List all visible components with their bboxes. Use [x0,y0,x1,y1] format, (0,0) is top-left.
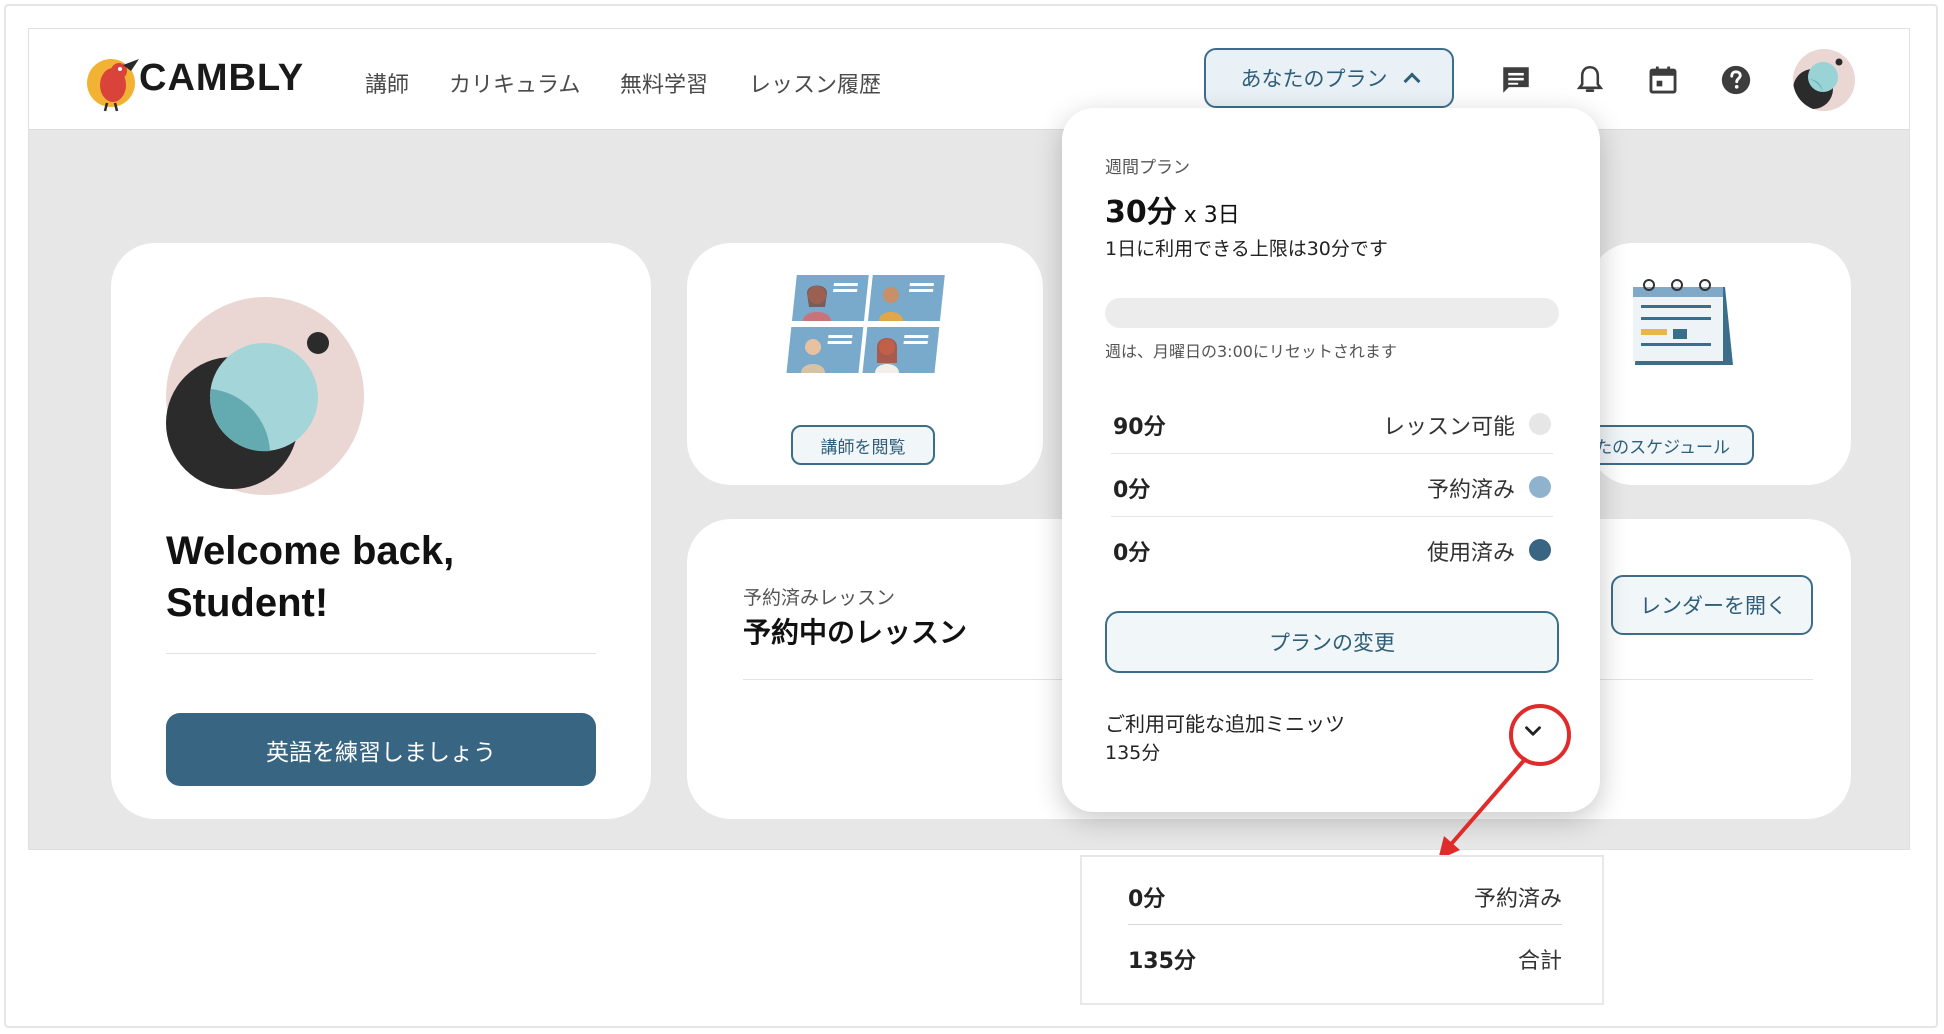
divider [166,653,596,654]
top-navigation-bar: CAMBLY 講師 カリキュラム 無料学習 レッスン履歴 あなたのプラン [29,29,1909,130]
minutes-available-row: 90分 レッスン可能 [1111,391,1553,454]
bell-icon[interactable] [1573,63,1607,97]
extra-total-row: 135分 合計 [1128,929,1562,987]
status-dot-icon [1529,413,1551,435]
row-value: 0分 [1128,887,1166,912]
minutes-used-row: 0分 使用済み [1111,517,1553,580]
row-label: レッスン可能 [1382,415,1515,440]
welcome-card: Welcome back, Student! 英語を練習しましょう [111,243,651,819]
row-value: 0分 [1113,541,1151,566]
change-plan-button[interactable]: プランの変更 [1105,611,1559,673]
avatar[interactable] [1793,49,1855,111]
open-calendar-button[interactable]: レンダーを開く [1611,575,1813,635]
plan-type-label: 週間プラン [1105,158,1190,178]
help-icon[interactable] [1719,63,1753,97]
extra-minutes-label: ご利用可能な追加ミニッツ [1105,712,1345,736]
reset-note: 週は、月曜日の3:00にリセットされます [1105,342,1397,361]
row-label: 予約済み [1426,478,1515,503]
status-dot-icon [1529,476,1551,498]
lessons-subtitle: 予約済みレッスン [743,587,896,609]
extra-minutes-value: 135分 [1105,742,1161,764]
annotation-arrow-icon [1438,756,1528,860]
desk-calendar-illustration [1633,279,1733,365]
brand-name[interactable]: CAMBLY [139,57,304,100]
your-plan-label: あなたのプラン [1240,67,1388,91]
your-plan-button[interactable]: あなたのプラン [1204,48,1454,108]
plan-summary: 30分 x 3日 [1105,187,1240,231]
plan-days: x 3日 [1183,203,1240,228]
welcome-heading: Welcome back, Student! [166,525,454,629]
nav-item-curriculum[interactable]: カリキュラム [449,67,580,99]
chevron-up-icon [1403,72,1420,90]
calendar-icon[interactable] [1646,63,1680,97]
minutes-booked-row: 0分 予約済み [1111,454,1553,517]
app-window: CAMBLY 講師 カリキュラム 無料学習 レッスン履歴 あなたのプラン Wel… [28,28,1910,850]
lessons-title: 予約中のレッスン [743,616,968,649]
nav-item-free-learning[interactable]: 無料学習 [620,67,708,99]
extra-minutes-detail-panel: 0分 予約済み 135分 合計 [1080,855,1604,1005]
plan-popover: 週間プラン 30分 x 3日 1日に利用できる上限は30分です 週は、月曜日の3… [1062,108,1600,812]
daily-limit-text: 1日に利用できる上限は30分です [1105,238,1388,260]
tutors-grid-illustration [786,275,945,373]
row-label: 予約済み [1473,887,1562,912]
schedule-card: たのスケジュール [1529,243,1851,485]
row-label: 使用済み [1426,541,1515,566]
welcome-line-2: Student! [166,581,329,625]
practice-english-button[interactable]: 英語を練習しましょう [166,713,596,786]
row-label: 合計 [1517,949,1562,974]
browse-tutors-button[interactable]: 講師を閲覧 [791,425,935,465]
row-value: 135分 [1128,949,1196,974]
user-avatar-illustration [166,297,364,495]
usage-progress-bar [1105,298,1559,328]
nav-item-lesson-history[interactable]: レッスン履歴 [749,67,881,99]
chat-icon[interactable] [1499,63,1533,97]
avatar-illustration [1793,49,1855,111]
row-value: 0分 [1113,478,1151,503]
next-card-edge [751,849,1843,850]
extra-booked-row: 0分 予約済み [1128,867,1562,925]
welcome-line-1: Welcome back, [166,529,455,573]
browse-tutors-card: 講師を閲覧 [687,243,1043,485]
nav-item-tutors[interactable]: 講師 [365,67,409,99]
row-value: 90分 [1113,415,1166,440]
status-dot-icon [1529,539,1551,561]
plan-minutes: 30分 [1105,195,1177,230]
